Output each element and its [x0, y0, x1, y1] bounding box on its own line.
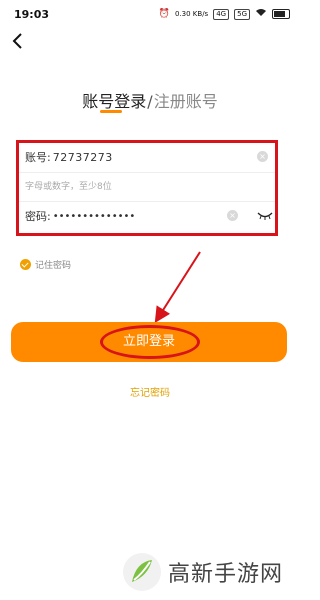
forgot-password-link[interactable]: 忘记密码: [0, 384, 300, 399]
back-button[interactable]: [8, 30, 30, 52]
title-tabs: 账号登录/注册账号: [0, 88, 300, 112]
login-form: 账号: 72737273 × 字母或数字，至少8位 密码: ••••••••••…: [16, 140, 278, 236]
account-label: 账号:: [25, 151, 51, 164]
account-clear-icon[interactable]: ×: [257, 151, 268, 162]
network-type-5g: 5G: [234, 8, 250, 20]
battery-icon: [272, 9, 290, 19]
watermark: 高新手游网: [122, 552, 283, 592]
eye-closed-icon[interactable]: [257, 211, 273, 221]
account-value: 72737273: [52, 150, 113, 164]
chevron-left-icon: [12, 33, 22, 49]
network-type-4g: 4G: [213, 8, 230, 20]
remember-label: 记住密码: [35, 261, 72, 271]
remember-password[interactable]: 记住密码: [20, 258, 71, 271]
password-value: ••••••••••••••: [52, 210, 136, 222]
status-icons: ⏰ 0.30 KB/s 4G 5G: [159, 8, 290, 20]
network-speed: 0.30 KB/s: [175, 10, 209, 18]
checkbox-checked-icon[interactable]: [20, 259, 31, 270]
login-button[interactable]: 立即登录: [11, 322, 287, 362]
watermark-text: 高新手游网: [168, 562, 284, 587]
tab-login[interactable]: 账号登录: [82, 92, 146, 111]
wifi-icon: [255, 8, 267, 20]
watermark-logo-icon: [123, 553, 161, 591]
tab-separator: /: [147, 92, 153, 111]
account-field[interactable]: 账号: 72737273: [25, 144, 270, 170]
password-clear-icon[interactable]: ×: [227, 210, 238, 221]
active-tab-indicator: [100, 110, 122, 113]
hint-row: 字母或数字，至少8位: [25, 172, 270, 198]
hint-text: 字母或数字，至少8位: [25, 181, 112, 192]
password-label: 密码:: [25, 210, 51, 223]
status-bar: 19:03 ⏰ 0.30 KB/s 4G 5G: [0, 0, 300, 28]
alarm-icon: ⏰: [158, 9, 170, 19]
status-time: 19:03: [14, 8, 50, 21]
tab-register[interactable]: 注册账号: [154, 92, 218, 111]
divider: [19, 201, 275, 202]
